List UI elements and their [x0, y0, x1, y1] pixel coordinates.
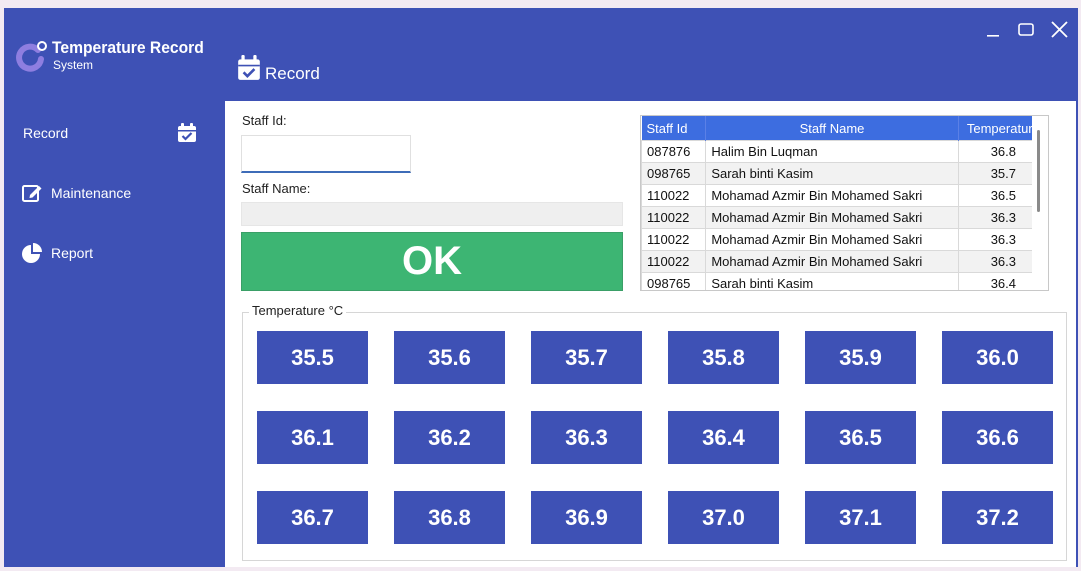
app-logo: Temperature Record System [16, 38, 216, 78]
cell-staff-name: Mohamad Azmir Bin Mohamed Sakri [705, 184, 959, 207]
temp-button-36-7[interactable]: 36.7 [257, 491, 368, 544]
cell-staff-id: 098765 [641, 162, 707, 185]
records-grid[interactable]: Staff Id Staff Name Temperature 087876 H… [640, 115, 1049, 291]
cell-staff-name: Mohamad Azmir Bin Mohamed Sakri [705, 250, 959, 273]
temp-button-36-4[interactable]: 36.4 [668, 411, 779, 464]
calendar-check-icon [178, 123, 196, 142]
staff-id-input[interactable] [241, 135, 411, 173]
table-row[interactable]: 110022 Mohamad Azmir Bin Mohamed Sakri 3… [641, 228, 1048, 251]
temp-button-36-6[interactable]: 36.6 [942, 411, 1053, 464]
record-panel: Staff Id: Staff Name: OK Staff Id Staff … [225, 101, 1076, 567]
temp-button-36-1[interactable]: 36.1 [257, 411, 368, 464]
table-row[interactable]: 110022 Mohamad Azmir Bin Mohamed Sakri 3… [641, 206, 1048, 229]
column-header-staff-id[interactable]: Staff Id [641, 116, 707, 141]
table-row[interactable]: 110022 Mohamad Azmir Bin Mohamed Sakri 3… [641, 184, 1048, 207]
temperature-group: Temperature °C 35.5 35.6 35.7 35.8 35.9 … [242, 303, 1067, 561]
temp-button-36-9[interactable]: 36.9 [531, 491, 642, 544]
column-header-staff-name[interactable]: Staff Name [705, 116, 959, 141]
table-row[interactable]: 110022 Mohamad Azmir Bin Mohamed Sakri 3… [641, 250, 1048, 273]
table-row[interactable]: 087876 Halim Bin Luqman 36.8 [641, 140, 1048, 163]
calendar-check-icon [238, 55, 260, 80]
sidebar-item-maintenance[interactable]: Maintenance [4, 174, 225, 214]
minimize-button[interactable] [982, 20, 1004, 40]
close-icon [1051, 21, 1068, 38]
staff-name-label: Staff Name: [242, 181, 311, 196]
maximize-button[interactable] [1015, 20, 1037, 40]
cell-staff-id: 110022 [641, 228, 707, 251]
staff-id-label: Staff Id: [242, 113, 287, 128]
app-title: Temperature Record [52, 38, 204, 57]
sidebar-item-label: Record [23, 125, 69, 141]
cell-staff-name: Mohamad Azmir Bin Mohamed Sakri [705, 228, 959, 251]
temp-button-36-8[interactable]: 36.8 [394, 491, 505, 544]
cell-staff-name: Sarah binti Kasim [705, 272, 959, 290]
temp-button-36-0[interactable]: 36.0 [942, 331, 1053, 384]
cell-staff-id: 110022 [641, 184, 707, 207]
sidebar-item-label: Report [51, 245, 94, 261]
cell-staff-name: Halim Bin Luqman [705, 140, 959, 163]
temp-button-37-1[interactable]: 37.1 [805, 491, 916, 544]
table-row[interactable]: 098765 Sarah binti Kasim 35.7 [641, 162, 1048, 185]
page-title: Record [265, 64, 320, 83]
temp-button-37-0[interactable]: 37.0 [668, 491, 779, 544]
temperature-group-legend: Temperature °C [249, 303, 347, 318]
temp-button-35-8[interactable]: 35.8 [668, 331, 779, 384]
grid-header-row: Staff Id Staff Name Temperature [641, 116, 1048, 141]
temp-button-35-5[interactable]: 35.5 [257, 331, 368, 384]
logo-icon [16, 41, 47, 72]
edit-icon [22, 185, 42, 202]
close-button[interactable] [1049, 20, 1071, 40]
app-subtitle: System [53, 58, 94, 72]
temp-button-35-9[interactable]: 35.9 [805, 331, 916, 384]
sidebar-item-record[interactable]: Record [4, 114, 225, 154]
temp-button-36-5[interactable]: 36.5 [805, 411, 916, 464]
temp-button-37-2[interactable]: 37.2 [942, 491, 1053, 544]
minimize-icon [987, 35, 999, 37]
cell-staff-name: Mohamad Azmir Bin Mohamed Sakri [705, 206, 959, 229]
pie-chart-icon [22, 243, 42, 263]
app-window: Temperature Record System Record Mainten… [4, 8, 1078, 567]
cell-staff-id: 087876 [641, 140, 707, 163]
temp-button-35-6[interactable]: 35.6 [394, 331, 505, 384]
grid-scrollbar[interactable] [1032, 116, 1048, 290]
temp-button-36-2[interactable]: 36.2 [394, 411, 505, 464]
scrollbar-thumb[interactable] [1037, 130, 1040, 212]
table-row[interactable]: 098765 Sarah binti Kasim 36.4 [641, 272, 1048, 290]
sidebar-item-report[interactable]: Report [4, 234, 225, 274]
cell-staff-id: 110022 [641, 206, 707, 229]
sidebar-item-label: Maintenance [51, 185, 132, 201]
temp-button-36-3[interactable]: 36.3 [531, 411, 642, 464]
cell-staff-id: 110022 [641, 250, 707, 273]
ok-button[interactable]: OK [241, 232, 623, 291]
temp-button-35-7[interactable]: 35.7 [531, 331, 642, 384]
maximize-icon [1018, 23, 1034, 36]
cell-staff-name: Sarah binti Kasim [705, 162, 959, 185]
staff-name-field [241, 202, 623, 226]
cell-staff-id: 098765 [641, 272, 707, 290]
